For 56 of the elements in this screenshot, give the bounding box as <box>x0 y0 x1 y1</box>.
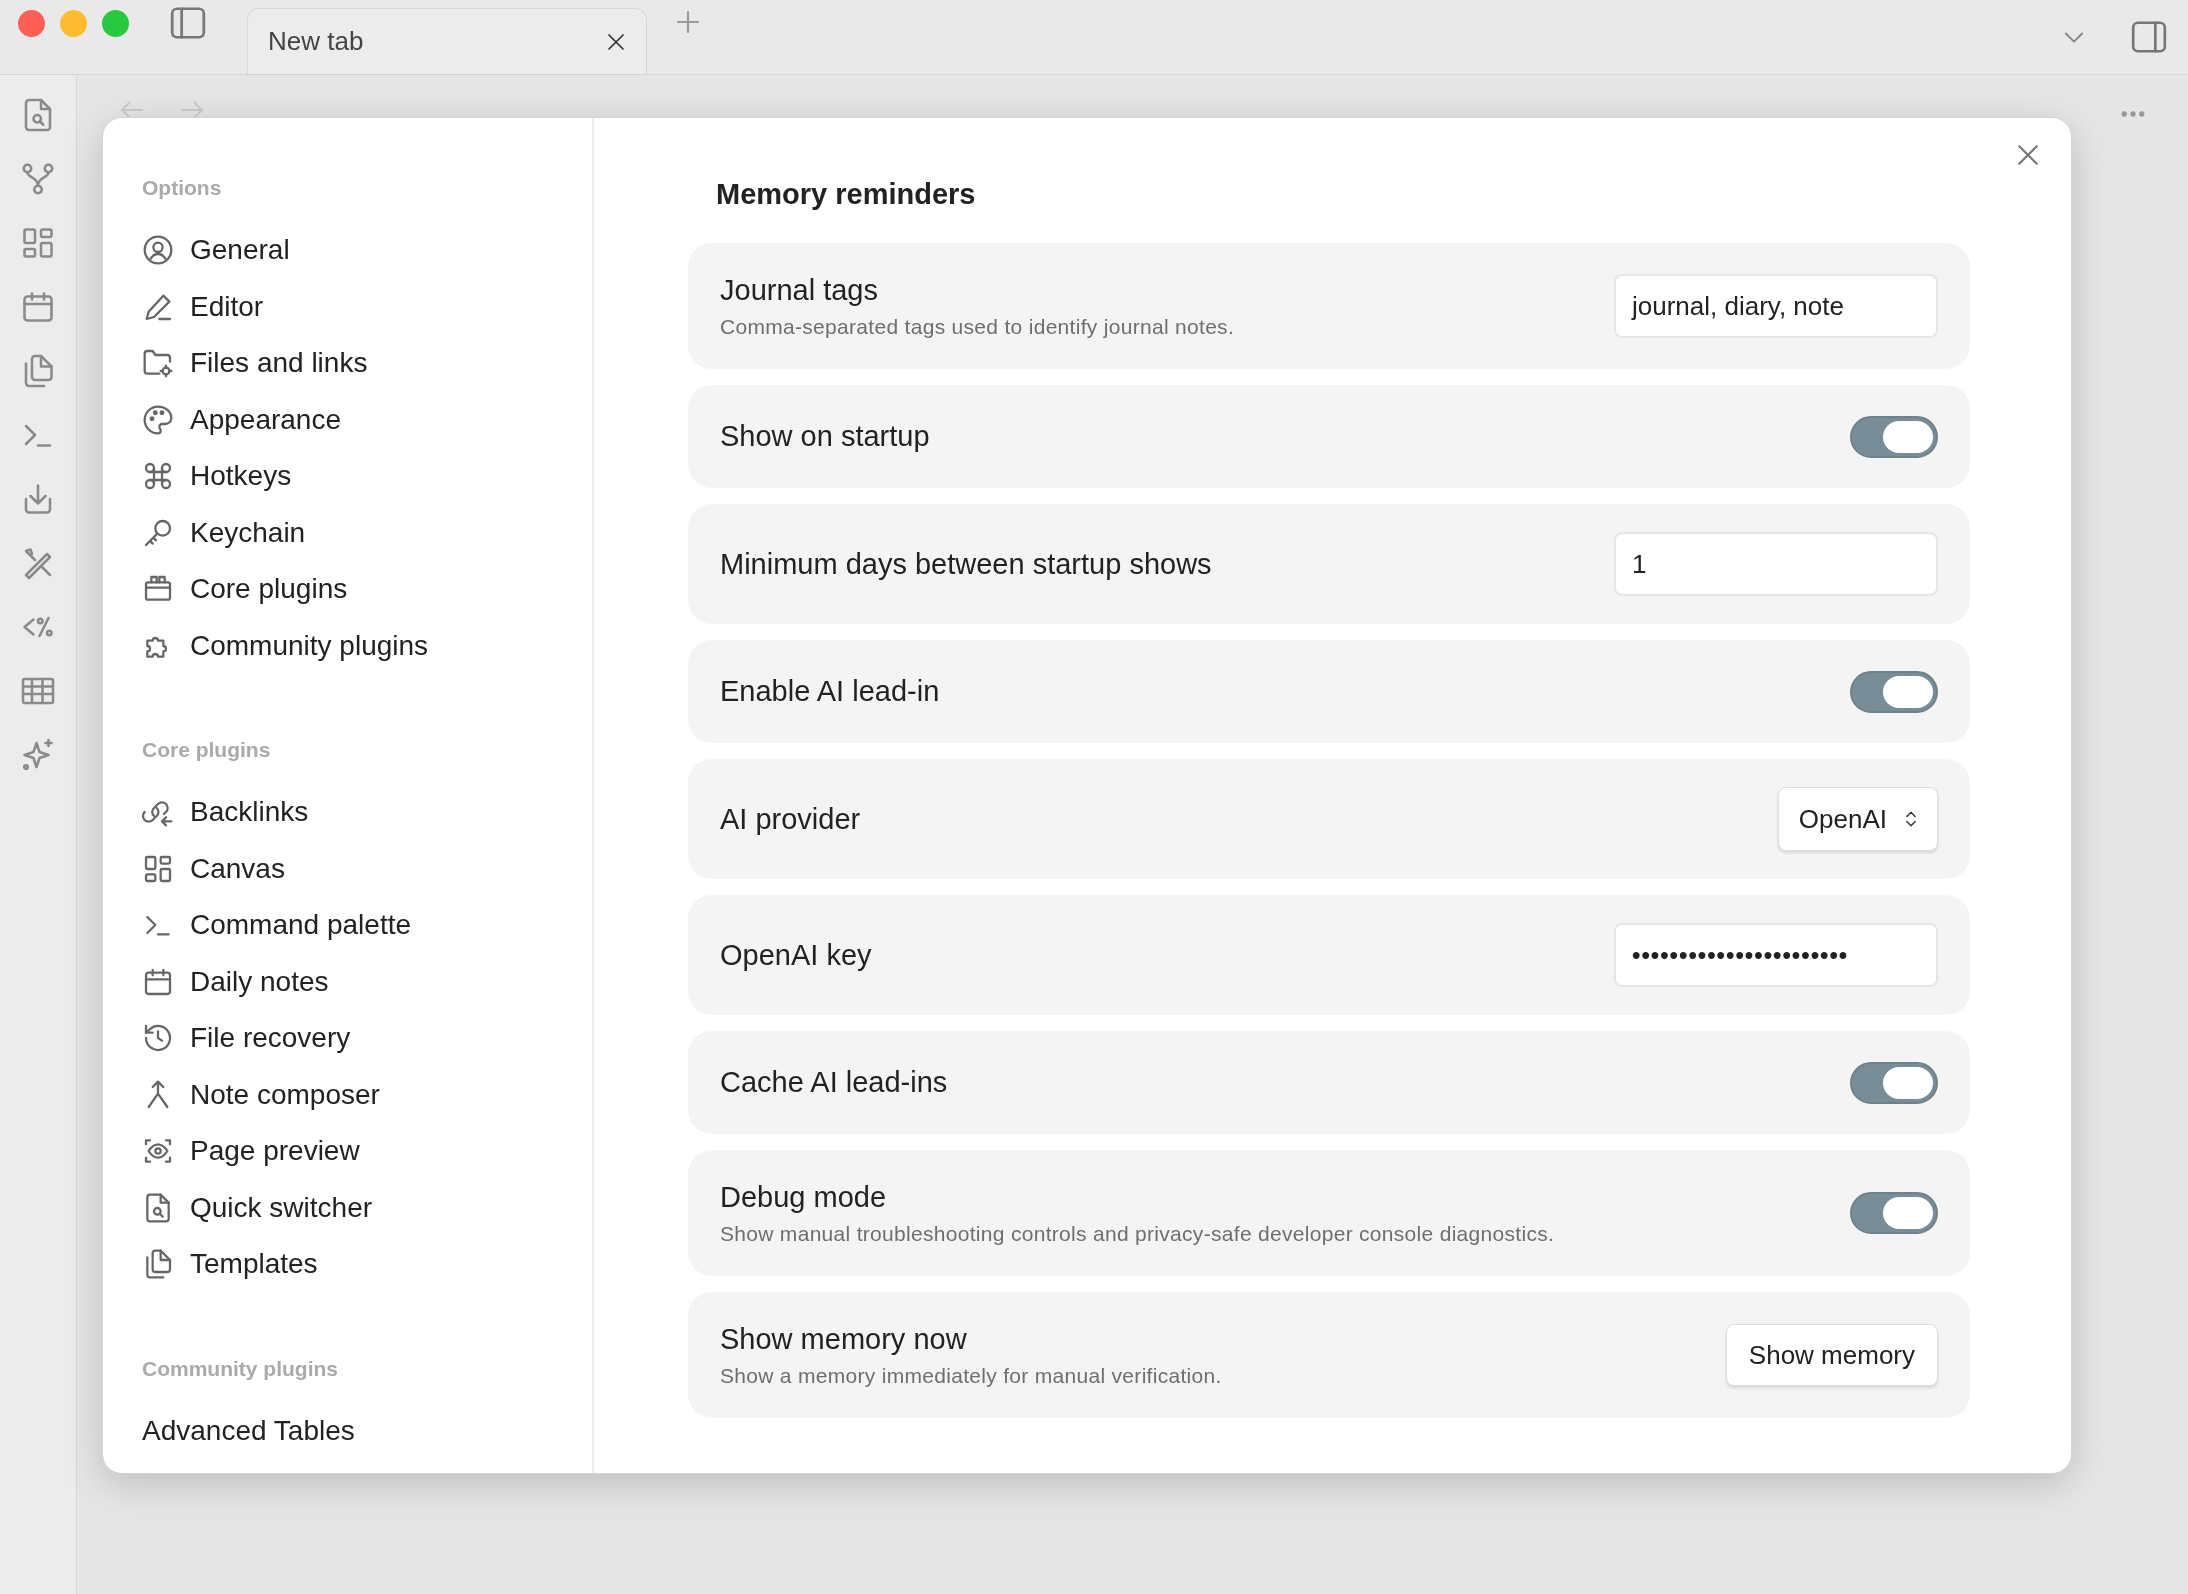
setting-name: Minimum days between startup shows <box>720 547 1212 581</box>
setting-description: Show a memory immediately for manual verification. <box>720 1363 1222 1388</box>
setting-name: Cache AI lead-ins <box>720 1066 948 1099</box>
toggle-switch[interactable] <box>1850 670 1938 713</box>
setting-description: Show manual troubleshooting controls and privacy-safe developer console diagnostics. <box>720 1221 1555 1246</box>
sidebar-item[interactable]: Page preview <box>142 1123 592 1180</box>
sidebar-item[interactable]: Editor <box>142 278 592 335</box>
sidebar-item[interactable]: Quick switcher <box>142 1179 592 1236</box>
sidebar-item[interactable]: Note composer <box>142 1066 592 1123</box>
sidebar-item[interactable]: Files and links <box>142 335 592 392</box>
browser-tab[interactable]: New tab <box>247 8 647 74</box>
setting-description: Comma-separated tags used to identify journal notes. <box>720 314 1235 339</box>
user-icon <box>142 234 174 267</box>
button[interactable]: Show memory <box>1725 1324 1938 1386</box>
zoom-window-button[interactable] <box>102 9 129 37</box>
toggle-switch[interactable] <box>1850 1192 1938 1234</box>
section-heading: Options <box>142 176 223 200</box>
folder-gear-icon <box>142 347 174 380</box>
sidebar-item[interactable]: General <box>142 222 592 279</box>
sidebar-item[interactable]: Daily notes <box>142 953 592 1010</box>
sidebar-item[interactable]: Core plugins <box>142 561 592 618</box>
close-window-button[interactable] <box>18 9 45 37</box>
sidebar-item[interactable]: File recovery <box>142 1010 592 1067</box>
toggle-switch[interactable] <box>1850 1061 1938 1104</box>
graph-nodes-icon[interactable] <box>20 161 56 197</box>
calendar-icon[interactable] <box>20 289 56 325</box>
setting-name: OpenAI key <box>720 938 872 972</box>
sidebar-item[interactable]: Hotkeys <box>142 448 592 505</box>
grid-icon[interactable] <box>20 225 56 261</box>
sidebar-toggle-icon[interactable] <box>169 4 207 42</box>
tab-label[interactable]: New tab <box>268 26 364 57</box>
sidebar-toggle-icon[interactable] <box>2130 18 2168 56</box>
password-field[interactable]: ••••••••••••••••••••••• <box>1614 923 1938 987</box>
setting-name: Show memory now <box>720 1322 968 1356</box>
section-title: Memory reminders <box>716 178 977 211</box>
setting-name: Journal tags <box>720 273 879 307</box>
text-field[interactable]: 1 <box>1614 532 1938 596</box>
sidebar-item[interactable]: Backlinks <box>142 784 592 841</box>
toggle-switch[interactable] <box>1850 415 1938 458</box>
sidebar-item[interactable]: Community plugins <box>142 617 592 674</box>
sparkle-icon[interactable] <box>20 737 56 773</box>
setting-name: Show on startup <box>720 420 930 453</box>
text-field[interactable]: journal, diary, note <box>1614 274 1938 338</box>
setting-name: AI provider <box>720 802 861 836</box>
section-heading: Community plugins <box>142 1356 339 1381</box>
setting-name: Debug mode <box>720 1180 888 1214</box>
section-heading: Core plugins <box>142 738 272 762</box>
sidebar-item[interactable]: Keychain <box>142 504 592 561</box>
palette-icon <box>142 403 174 436</box>
sidebar-item[interactable]: Command palette <box>142 897 592 954</box>
setting-name: Enable AI lead-in <box>720 675 940 708</box>
sidebar-item[interactable]: Advanced Tables <box>142 1402 592 1459</box>
sidebar-item[interactable]: Templates <box>142 1236 592 1293</box>
sidebar-item[interactable]: Appearance <box>142 391 592 448</box>
dropdown[interactable]: OpenAI <box>1777 787 1938 851</box>
sidebar-item[interactable]: Canvas <box>142 840 592 897</box>
